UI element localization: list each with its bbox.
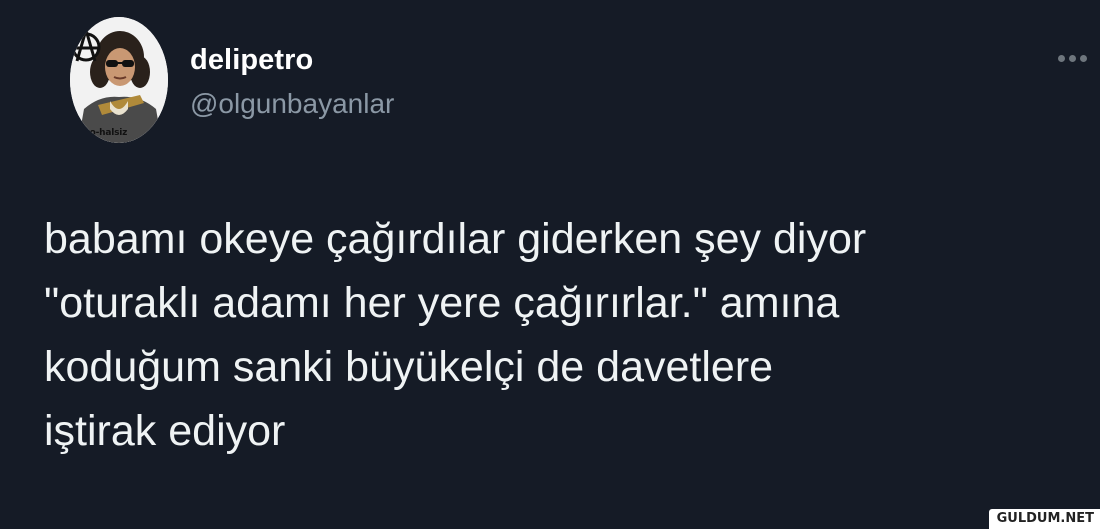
tweet-text-line: iştirak ediyor: [44, 407, 286, 455]
tweet-text-line: "oturaklı adamı her yere çağırırlar." am…: [44, 279, 840, 327]
tweet-text-line: babamı okeye çağırdılar giderken şey diy…: [44, 215, 867, 263]
avatar-caption: arko-halsiz: [74, 128, 128, 138]
tweet-card: arko-halsiz delipetro @olgunbayanlar bab…: [0, 0, 1100, 529]
more-options-button[interactable]: [1058, 46, 1098, 70]
watermark: GULDUM.NET: [988, 509, 1100, 529]
more-horizontal-icon: [1058, 54, 1065, 62]
more-horizontal-icon-dot: [1080, 54, 1087, 62]
more-horizontal-icon-dot: [1069, 54, 1076, 62]
tweet-text-line: koduğum sanki büyükelçi de davetlere: [44, 343, 774, 391]
user-handle[interactable]: @olgunbayanlar: [190, 86, 394, 122]
avatar[interactable]: arko-halsiz: [70, 17, 168, 143]
avatar-portrait: [70, 17, 168, 143]
tweet-text: babamı okeye çağırdılar giderken şey diy…: [44, 207, 1064, 463]
display-name[interactable]: delipetro: [190, 42, 313, 78]
